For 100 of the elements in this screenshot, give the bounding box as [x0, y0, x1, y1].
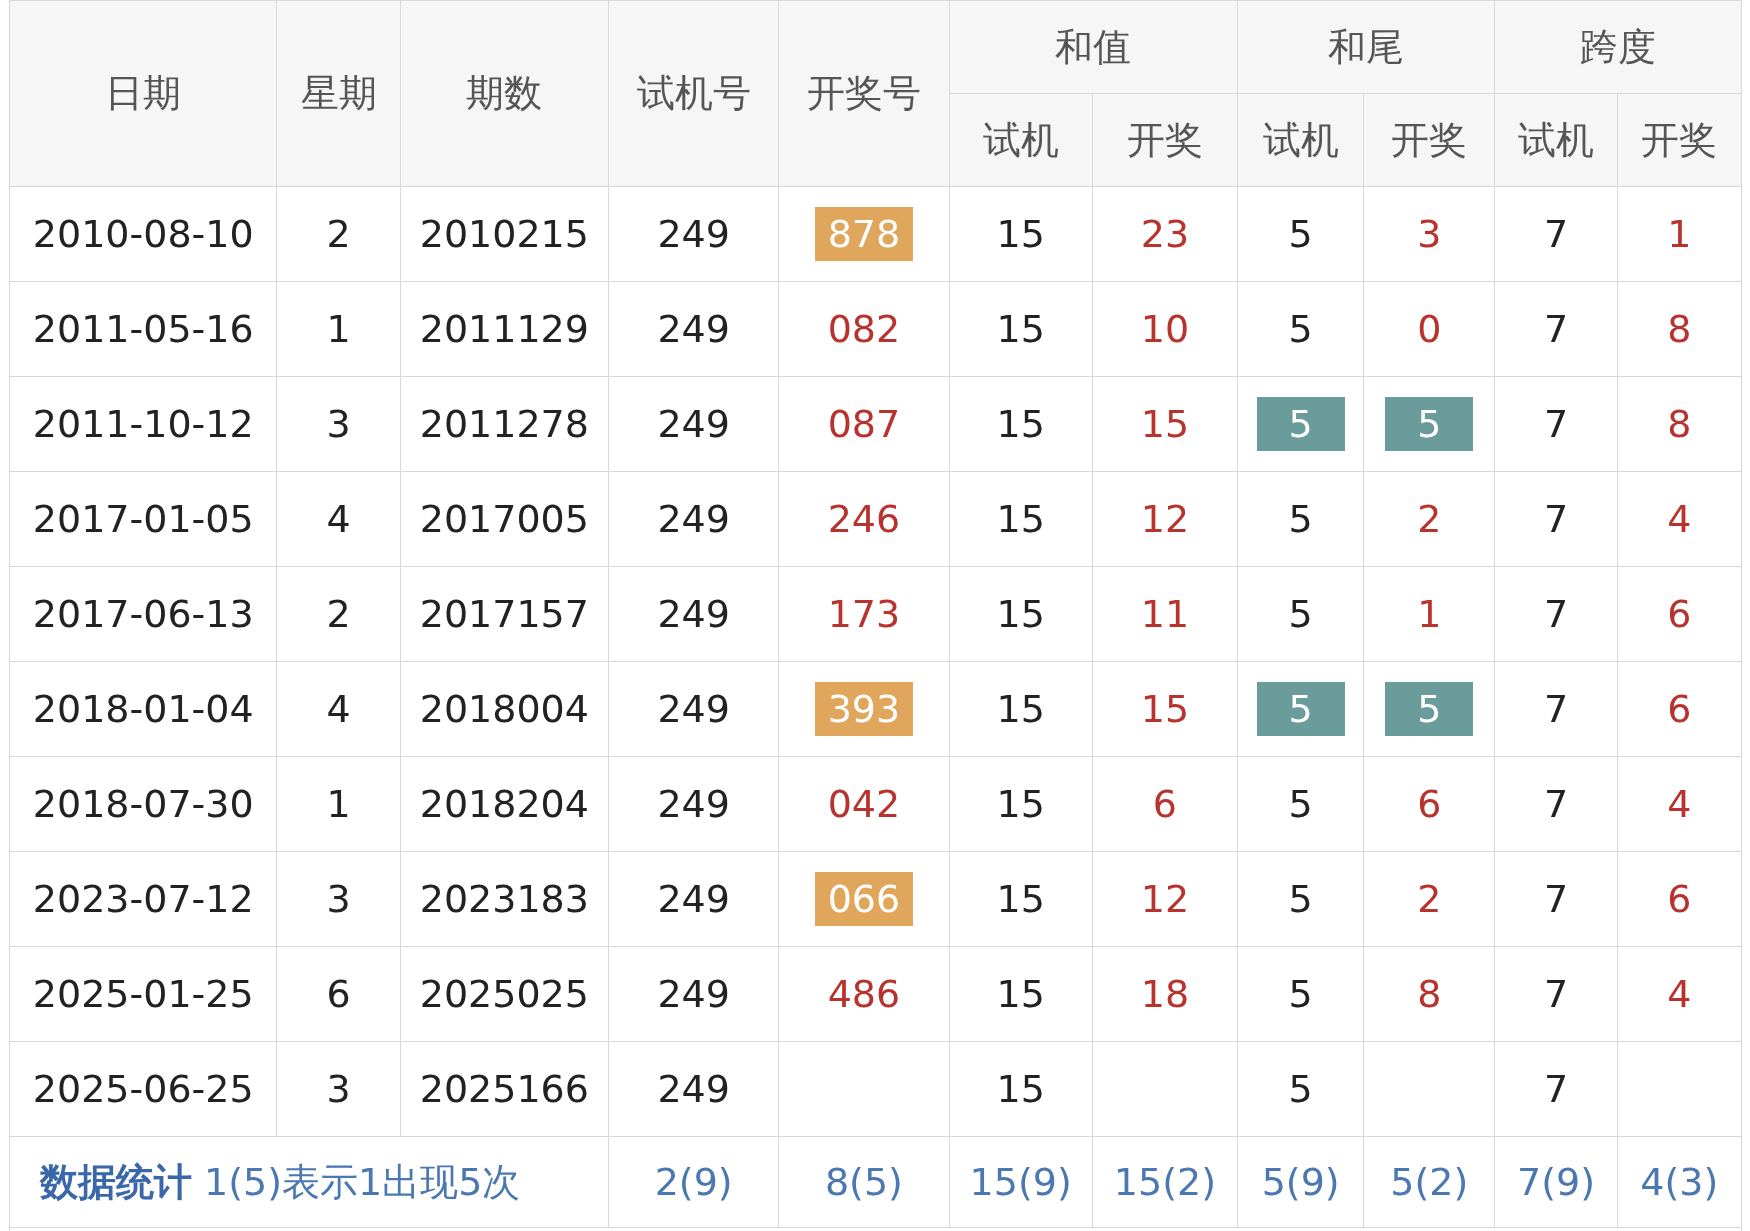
- cell-text: 5: [1288, 782, 1313, 826]
- cell-text: 5: [1288, 307, 1313, 351]
- cell-text: 6: [1152, 782, 1178, 826]
- cell-text: 246: [827, 497, 901, 541]
- column-header: 开奖号: [806, 71, 921, 115]
- cell-text: 2017157: [419, 592, 589, 636]
- cell-text: 486: [827, 972, 901, 1016]
- highlighted-number: 5: [1385, 682, 1474, 736]
- cell-text: 15: [996, 402, 1045, 446]
- cell-text: 3: [326, 402, 351, 446]
- statistic-value: 15(2): [1113, 1160, 1217, 1204]
- cell-text: 5: [1288, 592, 1313, 636]
- column-header: 试机: [1262, 117, 1339, 162]
- cell-text: 15: [996, 592, 1045, 636]
- column-header: 试机: [982, 117, 1059, 162]
- cell-text: 1: [326, 307, 351, 351]
- cell-text: 249: [657, 687, 730, 731]
- statistic-value: 8(5): [824, 1160, 903, 1204]
- cell-text: 15: [996, 1067, 1045, 1111]
- cell-text: 3: [326, 1067, 351, 1111]
- cell-text: 15: [996, 782, 1045, 826]
- cell-text: 1: [326, 782, 351, 826]
- cell-text: 15: [996, 877, 1045, 921]
- cell-text: 7: [1544, 402, 1569, 446]
- column-header: 试机号: [636, 71, 751, 115]
- cell-text: 2025-01-25: [32, 972, 254, 1016]
- cell-text: 3: [1417, 212, 1442, 256]
- cell-text: 249: [657, 307, 730, 351]
- cell-text: 3: [326, 877, 351, 921]
- cell-text: 8: [1667, 307, 1692, 351]
- cell-text: 10: [1140, 307, 1190, 351]
- column-group-header: 和值: [1055, 24, 1132, 69]
- cell-text: 082: [827, 307, 901, 351]
- cell-text: 15: [996, 972, 1045, 1016]
- cell-text: 7: [1544, 497, 1569, 541]
- cell-text: 2018004: [419, 687, 589, 731]
- cell-text: 2: [326, 592, 351, 636]
- cell-text: 11: [1140, 592, 1190, 636]
- statistic-value: 15(9): [969, 1160, 1072, 1204]
- column-header: 开奖: [1641, 117, 1718, 162]
- column-header: 开奖: [1126, 117, 1203, 162]
- cell-text: 2011-05-16: [32, 307, 254, 351]
- cell-text: 5: [1288, 497, 1313, 541]
- cell-text: 2010-08-10: [32, 212, 254, 256]
- cell-text: 249: [657, 212, 730, 256]
- column-header: 星期: [300, 71, 377, 115]
- cell-text: 2011-10-12: [32, 402, 254, 446]
- column-group-header: 跨度: [1580, 24, 1657, 69]
- cell-text: 8: [1667, 402, 1692, 446]
- cell-text: 15: [996, 212, 1045, 256]
- cell-text: 249: [657, 402, 730, 446]
- cell-text: 15: [996, 307, 1045, 351]
- cell-text: 4: [326, 497, 351, 541]
- cell-text: 15: [996, 497, 1045, 541]
- cell-text: 2025166: [419, 1067, 589, 1111]
- cell-text: 6: [1667, 687, 1692, 731]
- highlighted-number: 5: [1385, 397, 1474, 451]
- highlighted-number: 878: [814, 207, 913, 261]
- highlighted-number: 5: [1256, 397, 1345, 451]
- statistic-value: 5(2): [1390, 1160, 1469, 1204]
- cell-text: 2011278: [419, 402, 589, 446]
- cell-text: 042: [827, 782, 901, 826]
- cell-text: 6: [1667, 592, 1692, 636]
- cell-text: 4: [1667, 972, 1692, 1016]
- cell-text: 8: [1417, 972, 1442, 1016]
- cell-text: 2: [1417, 877, 1442, 921]
- cell-text: 15: [996, 687, 1045, 731]
- cell-text: 23: [1140, 212, 1190, 256]
- cell-text: 249: [657, 782, 730, 826]
- cell-text: 7: [1544, 877, 1569, 921]
- cell-text: 2018204: [419, 782, 589, 826]
- cell-text: 7: [1544, 972, 1569, 1016]
- cell-text: 2: [326, 212, 351, 256]
- column-header: 日期: [105, 71, 182, 115]
- cell-text: 1: [1667, 212, 1692, 256]
- cell-text: 4: [1667, 782, 1692, 826]
- cell-text: 2023183: [419, 877, 589, 921]
- column-header: 试机: [1518, 117, 1595, 162]
- cell-text: 4: [1667, 497, 1692, 541]
- cell-text: 0: [1417, 307, 1442, 351]
- cell-text: 6: [1667, 877, 1692, 921]
- cell-text: 2025025: [419, 972, 589, 1016]
- cell-text: 2011129: [419, 307, 589, 351]
- cell-text: 5: [1288, 1067, 1313, 1111]
- highlighted-number: 066: [814, 872, 913, 926]
- cell-text: 2010215: [419, 212, 589, 256]
- cell-text: 15: [1140, 402, 1190, 446]
- cell-text: 7: [1544, 212, 1569, 256]
- cell-text: 173: [827, 592, 901, 636]
- cell-text: 2023-07-12: [32, 877, 254, 921]
- cell-text: 12: [1140, 497, 1190, 541]
- cell-text: 249: [657, 1067, 730, 1111]
- highlighted-number: 393: [814, 682, 913, 736]
- cell-text: 7: [1544, 592, 1569, 636]
- cell-text: 249: [657, 972, 730, 1016]
- cell-text: 6: [1417, 782, 1442, 826]
- cell-text: 15: [1140, 687, 1190, 731]
- cell-text: 7: [1544, 307, 1569, 351]
- cell-text: 5: [1288, 212, 1313, 256]
- statistic-value: 7(9): [1517, 1160, 1596, 1204]
